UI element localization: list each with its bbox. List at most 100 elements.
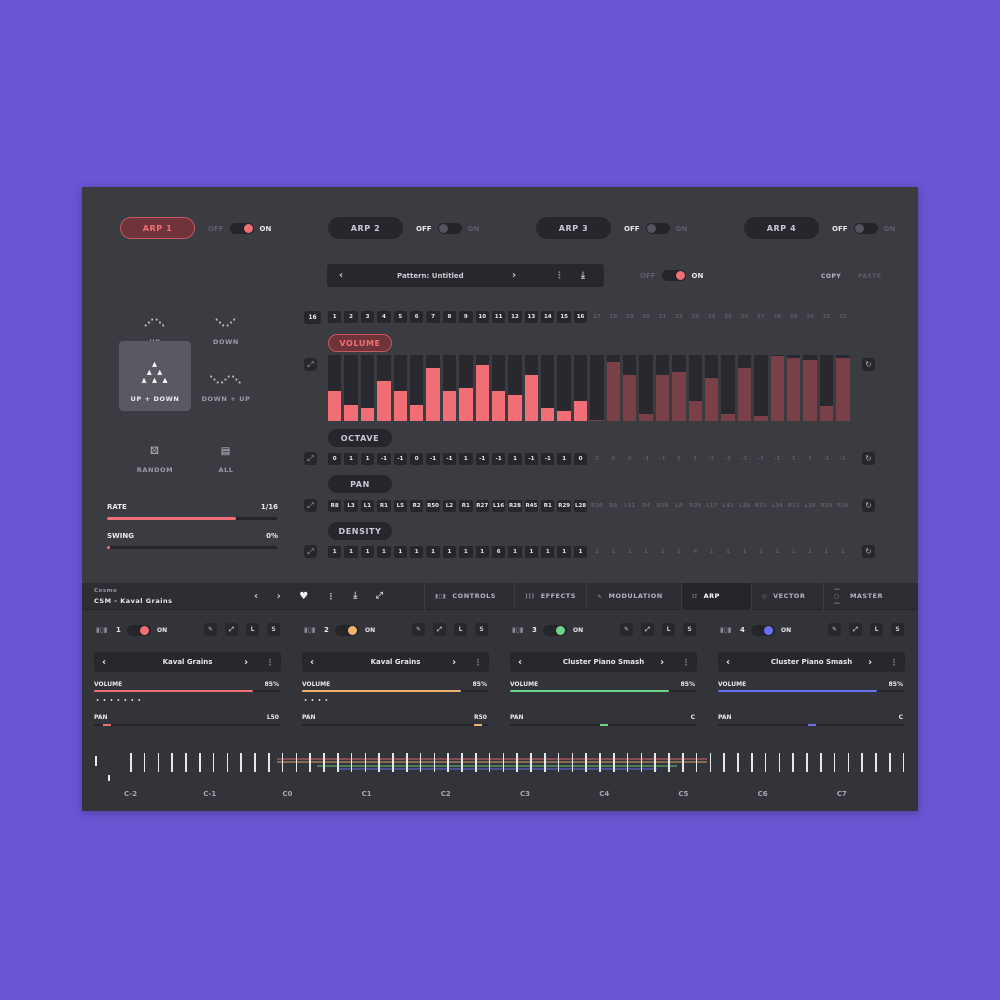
pan.values-step-30[interactable]: L28 bbox=[803, 500, 816, 512]
volume-reset-icon[interactable]: ↻ bbox=[862, 358, 875, 371]
volume-step-16[interactable] bbox=[573, 355, 588, 421]
volume-step-19[interactable] bbox=[623, 355, 637, 421]
randomize-icon[interactable]: ⤢ bbox=[376, 591, 384, 601]
pan.values-step-29[interactable]: R11 bbox=[787, 500, 800, 512]
pan.values-step-21[interactable]: R18 bbox=[656, 500, 669, 512]
pan-reset-icon[interactable]: ↻ bbox=[862, 499, 875, 512]
tab-master[interactable]: —○— MASTER bbox=[823, 582, 893, 610]
wrench-icon[interactable]: ✎ bbox=[828, 623, 841, 636]
layer-preset-selector[interactable]: ‹ Kaval Grains › ⋮ bbox=[94, 652, 281, 672]
layer-pan-slider[interactable] bbox=[510, 724, 697, 726]
chevron-right-icon[interactable]: › bbox=[868, 657, 872, 668]
pan.values-step-2[interactable]: L3 bbox=[344, 500, 358, 512]
density.values-step-4[interactable]: 1 bbox=[377, 546, 391, 558]
rate-slider[interactable] bbox=[107, 517, 277, 520]
arp-tab-2[interactable]: ARP 2 bbox=[328, 217, 403, 239]
latch-button[interactable]: L bbox=[662, 623, 675, 636]
density.values-step-19[interactable]: 1 bbox=[623, 546, 636, 558]
more-icon[interactable]: ⋮ bbox=[474, 658, 482, 667]
solo-button[interactable]: S bbox=[475, 623, 488, 636]
layer-volume-slider[interactable] bbox=[94, 690, 281, 692]
chevron-right-icon[interactable]: › bbox=[244, 657, 248, 668]
pan.values-step-28[interactable]: L34 bbox=[771, 500, 784, 512]
volume-step-10[interactable] bbox=[475, 355, 489, 421]
volume-step-31[interactable] bbox=[819, 355, 834, 421]
toggle-switch[interactable] bbox=[437, 223, 462, 234]
octave.values-step-19[interactable]: 0 bbox=[623, 453, 636, 465]
layer-pan-slider[interactable] bbox=[94, 724, 281, 726]
layer-pan-slider[interactable] bbox=[302, 724, 489, 726]
chevron-left-icon[interactable]: ‹ bbox=[339, 270, 343, 281]
density.values-step-31[interactable]: 1 bbox=[820, 546, 833, 558]
density.values-step-8[interactable]: 1 bbox=[442, 546, 457, 558]
pan.values-step-20[interactable]: R4 bbox=[639, 500, 652, 512]
wrench-icon[interactable]: ✎ bbox=[412, 623, 425, 636]
density.values-step-5[interactable]: 1 bbox=[393, 546, 407, 558]
pan.values-step-27[interactable]: R31 bbox=[754, 500, 767, 512]
volume-step-32[interactable] bbox=[836, 355, 850, 421]
volume-step-28[interactable] bbox=[770, 355, 784, 421]
octave-lane-tab[interactable]: OCTAVE bbox=[328, 429, 392, 447]
octave.values-step-31[interactable]: -1 bbox=[820, 453, 833, 465]
pan.values-step-17[interactable]: R10 bbox=[590, 500, 603, 512]
expand-icon[interactable]: ⤢ bbox=[433, 623, 446, 636]
pan.values-step-22[interactable]: L8 bbox=[672, 500, 685, 512]
octave.values-step-25[interactable]: -1 bbox=[721, 453, 734, 465]
density.values-step-25[interactable]: 1 bbox=[721, 546, 734, 558]
volume-lane-tab[interactable]: VOLUME bbox=[328, 334, 392, 352]
octave-expand-icon[interactable]: ⤢ bbox=[304, 452, 317, 465]
wrench-icon[interactable]: ✎ bbox=[204, 623, 217, 636]
density.values-step-16[interactable]: 1 bbox=[573, 546, 588, 558]
chevron-right-icon[interactable]: › bbox=[512, 270, 516, 281]
volume-step-17[interactable] bbox=[590, 355, 604, 421]
octave.values-step-24[interactable]: -1 bbox=[705, 453, 718, 465]
volume-step-21[interactable] bbox=[655, 355, 670, 421]
volume-step-11[interactable] bbox=[491, 355, 506, 421]
layer-toggle[interactable] bbox=[335, 625, 359, 636]
density-expand-icon[interactable]: ⤢ bbox=[304, 545, 317, 558]
layer-volume-slider[interactable] bbox=[510, 690, 697, 692]
octave.values-step-22[interactable]: 1 bbox=[672, 453, 685, 465]
arp-tab-1[interactable]: ARP 1 bbox=[120, 217, 195, 239]
layer-volume-slider[interactable] bbox=[302, 690, 489, 692]
volume-step-29[interactable] bbox=[786, 355, 801, 421]
copy-button[interactable]: COPY bbox=[821, 273, 841, 280]
octave.values-step-17[interactable]: 1 bbox=[590, 453, 603, 465]
latch-button[interactable]: L bbox=[246, 623, 259, 636]
pan.values-step-19[interactable]: L31 bbox=[623, 500, 636, 512]
density.values-step-21[interactable]: 1 bbox=[656, 546, 669, 558]
heart-icon[interactable]: ♥ bbox=[299, 591, 308, 602]
volume-step-2[interactable] bbox=[344, 355, 358, 421]
chevron-left-icon[interactable]: ‹ bbox=[518, 657, 522, 668]
arp-tab-4[interactable]: ARP 4 bbox=[744, 217, 819, 239]
arp-1-toggle[interactable]: OFF ON bbox=[208, 223, 271, 234]
pan-expand-icon[interactable]: ⤢ bbox=[304, 499, 317, 512]
volume-step-26[interactable] bbox=[737, 355, 752, 421]
volume-step-1[interactable] bbox=[328, 355, 342, 421]
octave.values-step-9[interactable]: 1 bbox=[459, 453, 473, 465]
chevron-right-icon[interactable]: › bbox=[660, 657, 664, 668]
preset-name[interactable]: CSM - Kaval Grains bbox=[94, 596, 232, 606]
octave-reset-icon[interactable]: ↻ bbox=[862, 452, 875, 465]
pan.values-step-12[interactable]: R28 bbox=[508, 500, 522, 512]
density.values-step-28[interactable]: 1 bbox=[771, 546, 784, 558]
density.values-step-26[interactable]: 1 bbox=[738, 546, 751, 558]
latch-button[interactable]: L bbox=[870, 623, 883, 636]
octave.values-step-28[interactable]: -1 bbox=[771, 453, 784, 465]
density.values-step-18[interactable]: 1 bbox=[607, 546, 620, 558]
density.values-step-9[interactable]: 1 bbox=[459, 546, 473, 558]
pattern-name[interactable]: Pattern: Untitled bbox=[397, 272, 464, 280]
tab-controls[interactable]: ▮▯▮ CONTROLS bbox=[424, 582, 514, 610]
volume-step-15[interactable] bbox=[557, 355, 571, 421]
pan.values-step-14[interactable]: R1 bbox=[541, 500, 555, 512]
pan.values-step-5[interactable]: L5 bbox=[393, 500, 407, 512]
density.values-step-12[interactable]: 1 bbox=[508, 546, 522, 558]
pan.values-step-32[interactable]: R16 bbox=[836, 500, 849, 512]
arp-2-toggle[interactable]: OFF ON bbox=[416, 223, 479, 234]
volume-step-14[interactable] bbox=[541, 355, 555, 421]
pan.values-step-8[interactable]: L2 bbox=[442, 500, 457, 512]
volume-step-13[interactable] bbox=[524, 355, 539, 421]
density.values-step-2[interactable]: 1 bbox=[344, 546, 358, 558]
octave.values-step-5[interactable]: -1 bbox=[393, 453, 407, 465]
volume-step-30[interactable] bbox=[803, 355, 817, 421]
